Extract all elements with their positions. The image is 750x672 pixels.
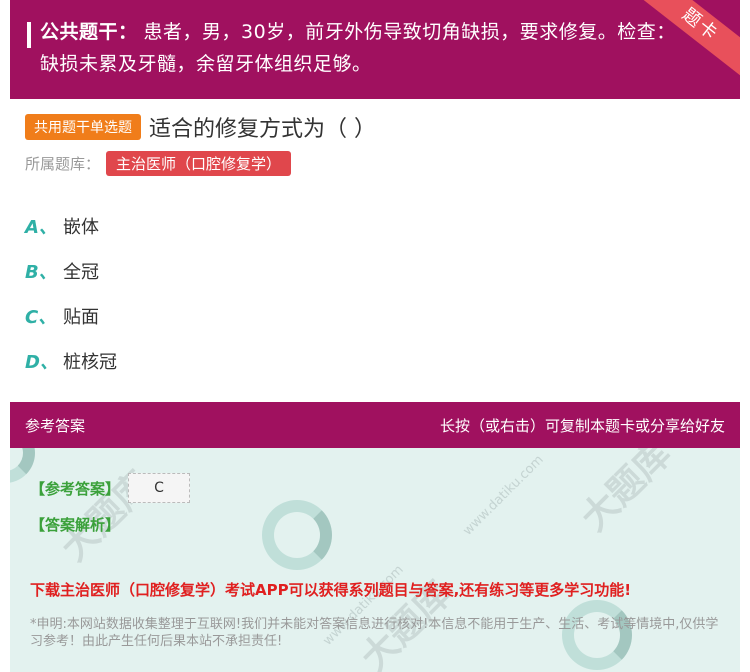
disclaimer-text: *申明:本网站数据收集整理于互联网!我们并未能对答案信息进行核对!本信息不能用于…	[30, 617, 719, 649]
answer-panel-header[interactable]: 参考答案 长按（或右击）可复制本题卡或分享给好友	[10, 402, 740, 448]
options-list: A、 嵌体 B、 全冠 C、 贴面 D、 桩核冠	[25, 203, 117, 383]
app-download-link[interactable]: 下载主治医师（口腔修复学）考试APP可以获得系列题目与答案,还有练习等更多学习功…	[30, 579, 631, 600]
question-text: 适合的修复方式为（ ）	[149, 117, 376, 142]
stem-label: 公共题干：	[40, 21, 138, 43]
option-letter: D、	[25, 351, 58, 373]
stem-text-block: 公共题干： 患者，男，30岁，前牙外伤导致切角缺损，要求修复。检查：缺损未累及牙髓…	[40, 16, 680, 80]
watermark-glyph: 大题库	[573, 448, 680, 540]
watermark-url: www.datiku.com	[460, 452, 547, 539]
reference-answer-row: 【参考答案】 C	[30, 473, 191, 503]
bank-link[interactable]: 主治医师（口腔修复学）	[106, 151, 292, 176]
answer-panel-title: 参考答案	[25, 416, 86, 435]
option-letter: A、	[25, 216, 57, 238]
answer-panel-body: 大题库 大题库 大题库 www.datiku.com www.datiku.co…	[10, 448, 740, 672]
option-c[interactable]: C、 贴面	[25, 293, 117, 338]
reference-answer-value: C	[128, 473, 191, 503]
option-letter: B、	[25, 261, 57, 283]
question-stem-panel: 公共题干： 患者，男，30岁，前牙外伤导致切角缺损，要求修复。检查：缺损未累及牙髓…	[10, 0, 740, 99]
question-type-badge: 共用题干单选题	[25, 114, 141, 140]
option-text: 桩核冠	[63, 351, 117, 373]
option-text: 嵌体	[63, 216, 99, 238]
option-d[interactable]: D、 桩核冠	[25, 338, 117, 383]
option-text: 贴面	[63, 306, 99, 328]
option-text: 全冠	[63, 261, 99, 283]
answer-analysis-label: 【答案解析】	[30, 516, 121, 534]
reference-answer-label: 【参考答案】	[30, 479, 121, 498]
share-hint: 长按（或右击）可复制本题卡或分享给好友	[439, 416, 725, 435]
question-row: 共用题干单选题 适合的修复方式为（ ）	[25, 112, 376, 142]
option-letter: C、	[25, 306, 57, 328]
question-bank-row: 所属题库： 主治医师（口腔修复学）	[25, 151, 292, 176]
option-b[interactable]: B、 全冠	[25, 248, 117, 293]
stem-accent-bar	[27, 22, 31, 48]
watermark-logo-icon	[262, 500, 332, 570]
option-a[interactable]: A、 嵌体	[25, 203, 117, 248]
bank-label: 所属题库：	[25, 155, 101, 173]
